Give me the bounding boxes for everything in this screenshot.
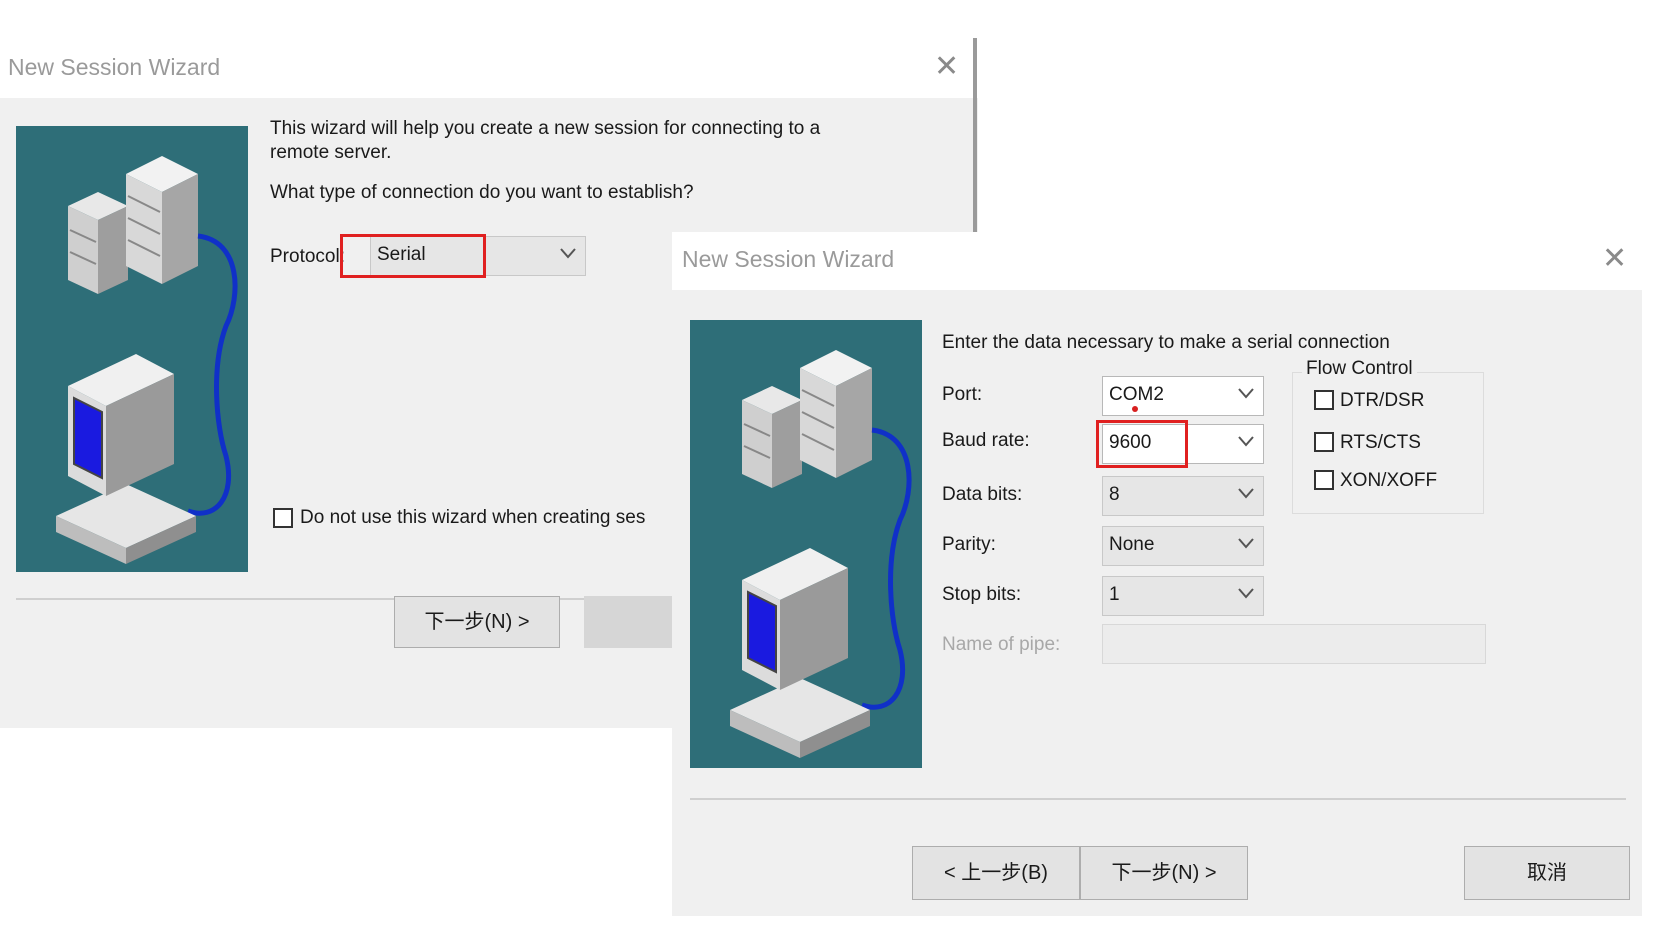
chevron-down-icon <box>560 248 576 259</box>
stop-bits-label: Stop bits: <box>942 584 1022 605</box>
protocol-highlight-box <box>340 234 486 278</box>
dtr-dsr-checkbox[interactable] <box>1314 390 1334 410</box>
new-session-wizard-dialog-2: New Session Wizard ✕ Enter the data nece… <box>672 232 1642 916</box>
pipe-name-label: Name of pipe: <box>942 634 1061 655</box>
dialog-2-title: New Session Wizard <box>682 246 895 272</box>
baud-rate-label: Baud rate: <box>942 430 1030 451</box>
close-icon[interactable]: ✕ <box>1602 244 1627 274</box>
parity-value: None <box>1109 534 1155 555</box>
close-icon[interactable]: ✕ <box>934 52 959 82</box>
port-value: COM2 <box>1109 384 1164 405</box>
serial-connection-heading: Enter the data necessary to make a seria… <box>942 332 1390 353</box>
server-computer-illustration-icon <box>730 350 912 758</box>
port-label: Port: <box>942 384 983 405</box>
data-bits-select[interactable]: 8 <box>1102 476 1264 516</box>
parity-label: Parity: <box>942 534 996 555</box>
port-select[interactable]: COM2 <box>1102 376 1264 416</box>
dialog-1-next-button[interactable]: 下一步(N) > <box>394 596 560 648</box>
dialog-1-right-border <box>973 38 977 238</box>
rts-cts-checkbox[interactable] <box>1314 432 1334 452</box>
chevron-down-icon <box>1238 388 1254 399</box>
dialog-1-title: New Session Wizard <box>8 54 221 80</box>
protocol-label: Protocol: <box>270 246 345 267</box>
chevron-down-icon <box>1238 538 1254 549</box>
wizard-art-image <box>16 126 248 572</box>
xon-xoff-label: XON/XOFF <box>1340 470 1438 491</box>
stop-bits-select[interactable]: 1 <box>1102 576 1264 616</box>
cancel-button[interactable]: 取消 <box>1464 846 1630 900</box>
xon-xoff-checkbox[interactable] <box>1314 470 1334 490</box>
back-button[interactable]: < 上一步(B) <box>912 846 1080 900</box>
data-bits-value: 8 <box>1109 484 1120 505</box>
dialog-2-next-button[interactable]: 下一步(N) > <box>1080 846 1248 900</box>
baud-rate-highlight-box <box>1096 420 1188 468</box>
chevron-down-icon <box>1238 588 1254 599</box>
dtr-dsr-label: DTR/DSR <box>1340 390 1425 411</box>
wizard-intro-line-2: remote server. <box>270 142 392 163</box>
rts-cts-label: RTS/CTS <box>1340 432 1421 453</box>
chevron-down-icon <box>1238 488 1254 499</box>
pipe-name-input[interactable] <box>1102 624 1486 664</box>
server-computer-illustration-icon <box>56 156 238 564</box>
dialog-1-separator <box>16 598 676 600</box>
dialog-2-separator <box>690 798 1626 800</box>
stop-bits-value: 1 <box>1109 584 1120 605</box>
wizard-art-image <box>690 320 922 768</box>
chevron-down-icon <box>1238 436 1254 447</box>
data-bits-label: Data bits: <box>942 484 1023 505</box>
flow-control-title: Flow Control <box>1302 358 1417 380</box>
connection-type-question: What type of connection do you want to e… <box>270 182 694 203</box>
cursor-marker <box>1132 406 1138 412</box>
skip-wizard-checkbox[interactable] <box>273 508 293 528</box>
parity-select[interactable]: None <box>1102 526 1264 566</box>
wizard-intro-line-1: This wizard will help you create a new s… <box>270 118 821 139</box>
skip-wizard-label: Do not use this wizard when creating ses <box>300 507 646 528</box>
